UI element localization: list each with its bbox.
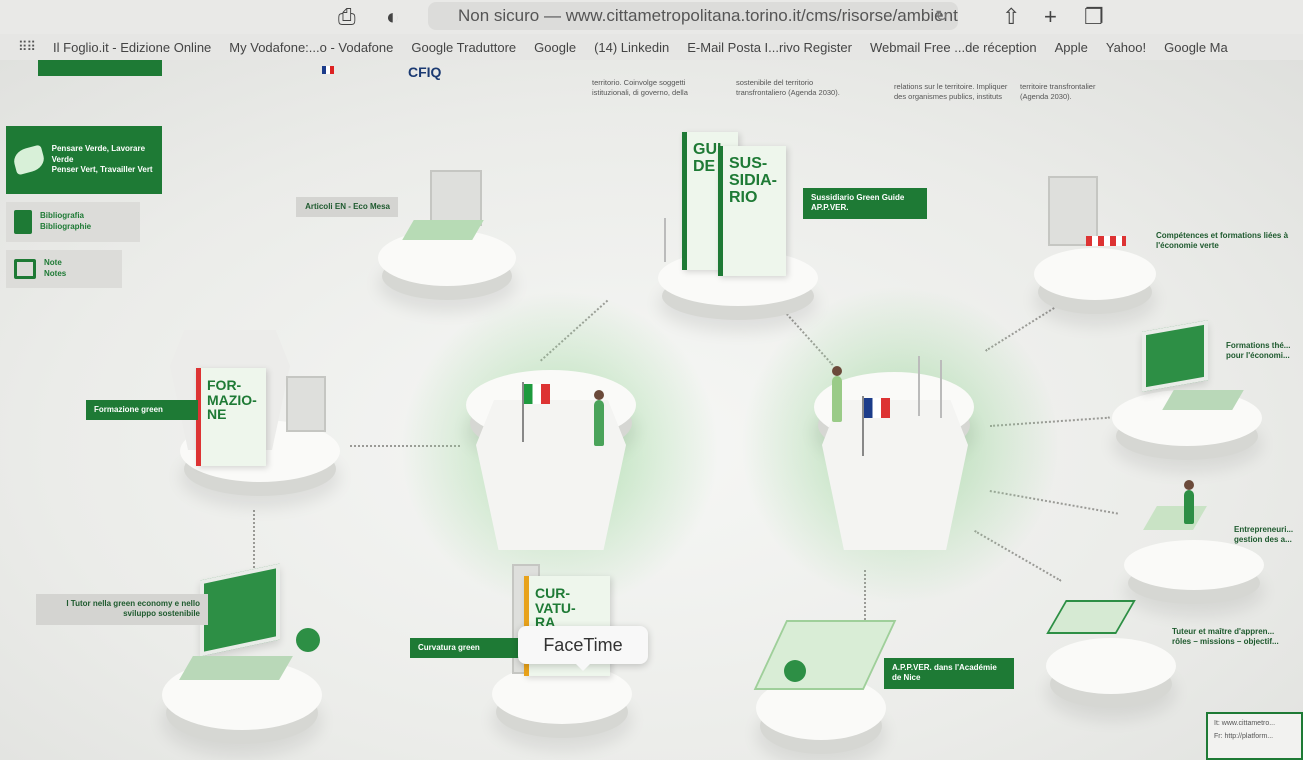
bookmark-item[interactable]: E-Mail Posta I...rivo Register xyxy=(687,40,852,55)
new-tab-icon[interactable]: + xyxy=(1044,4,1057,30)
academie-label[interactable]: A.P.P.VER. dans l'Académie de Nice xyxy=(884,658,1014,689)
bookmark-item[interactable]: Yahoo! xyxy=(1106,40,1146,55)
bookmark-item[interactable]: (14) Linkedin xyxy=(594,40,669,55)
wind-turbine-icon xyxy=(940,360,942,418)
open-book-icon xyxy=(753,620,897,690)
pie-chart-icon xyxy=(296,628,320,652)
print-icon[interactable]: ⎙ xyxy=(338,4,356,30)
entrepreneuriat-label[interactable]: Entrepreneuri... gestion des a... xyxy=(1226,520,1303,551)
person-icon xyxy=(594,390,604,446)
sidebar-item-label: Bibliografia xyxy=(40,211,85,221)
person-icon xyxy=(1184,480,1194,524)
france-rock xyxy=(822,400,968,550)
bookmarks-bar: ⠿⠿ Il Foglio.it - Edizione Online My Vod… xyxy=(0,34,1303,60)
facetime-tooltip: FaceTime xyxy=(518,626,648,671)
tuteur-label[interactable]: Tuteur et maître d'appren... rôles – mis… xyxy=(1164,622,1303,653)
curvatura-label[interactable]: Curvatura green xyxy=(410,638,520,659)
calendar-board-icon xyxy=(1046,600,1136,634)
person-icon xyxy=(832,366,842,422)
sussidiario-book[interactable]: SUS- SIDIA- RIO xyxy=(718,146,786,276)
wind-turbine-icon xyxy=(664,218,666,262)
sidebar-item-pensare-verde[interactable]: Pensare Verde, Lavorare Verde Penser Ver… xyxy=(6,126,162,194)
factory-icon xyxy=(430,170,482,226)
sussidiario-label[interactable]: Sussidiario Green Guide AP.P.VER. xyxy=(803,188,927,219)
sidebar-item-label: Notes xyxy=(44,269,67,278)
page-content: CFIQ territorio. Coinvolge soggetti isti… xyxy=(0,60,1303,760)
intro-text: territorio. Coinvolge soggetti istituzio… xyxy=(592,78,688,97)
sidebar-item-label: Note xyxy=(44,258,62,268)
building-icon xyxy=(286,376,326,432)
sidebar-item-label: Pensare Verde, Lavorare Verde xyxy=(51,143,146,164)
sidebar-item-label: Penser Vert, Travailler Vert xyxy=(51,165,153,175)
bookmark-item[interactable]: Webmail Free ...de réception xyxy=(870,40,1037,55)
sidebar-item-note[interactable]: Note Notes xyxy=(6,250,122,288)
tabs-overview-icon[interactable]: ❐ xyxy=(1084,4,1104,30)
france-flag-icon xyxy=(864,398,890,418)
link-item[interactable]: It: www.cittametro... xyxy=(1214,718,1295,731)
bookmark-item[interactable]: Google Ma xyxy=(1164,40,1228,55)
desk-icon xyxy=(1143,506,1207,530)
laptop-icon xyxy=(1142,320,1208,392)
edit-note-icon xyxy=(14,259,36,279)
url-text: Non sicuro — www.cittametropolitana.tori… xyxy=(458,6,958,25)
links-box: It: www.cittametro... Fr: http://platfor… xyxy=(1206,712,1303,760)
sidebar-item-bibliografia[interactable]: Bibliografia Bibliographie xyxy=(6,202,140,242)
cfiq-logo: CFIQ xyxy=(408,64,442,80)
laptop-icon xyxy=(200,563,280,657)
sidebar-item-label: Bibliographie xyxy=(40,222,92,231)
french-republic-logo-icon xyxy=(322,66,334,74)
privacy-shield-icon[interactable]: ◐ xyxy=(386,4,399,30)
formazione-book[interactable]: FOR- MAZIO- NE xyxy=(196,368,266,466)
link-item[interactable]: Fr: http://platform... xyxy=(1214,731,1295,744)
bookmark-item[interactable]: Google Traduttore xyxy=(411,40,516,55)
header-green-button[interactable] xyxy=(38,60,162,76)
bookmark-item[interactable]: My Vodafone:...o - Vodafone xyxy=(229,40,393,55)
grid-icon[interactable]: ⠿⠿ xyxy=(18,39,36,55)
shop-awning-icon xyxy=(1086,236,1126,246)
share-icon[interactable]: ⇧ xyxy=(1002,4,1020,30)
bookmark-item[interactable]: Apple xyxy=(1055,40,1088,55)
tuteur-island[interactable] xyxy=(1046,638,1176,694)
intro-text: relations sur le territoire. Impliquer d… xyxy=(894,82,1008,101)
reload-icon[interactable]: ↻ xyxy=(935,7,948,25)
browser-toolbar: ⎙ ◐ Non sicuro — www.cittametropolitana.… xyxy=(0,0,1303,34)
pie-chart-icon xyxy=(784,660,806,682)
competences-label[interactable]: Compétences et formations liées à l'écon… xyxy=(1148,226,1303,257)
formazione-label[interactable]: Formazione green xyxy=(86,400,198,421)
intro-text: sostenibile del territorio transfrontali… xyxy=(736,78,840,97)
wind-turbine-icon xyxy=(918,356,920,416)
document-icon xyxy=(14,210,32,234)
tutor-label[interactable]: I Tutor nella green economy e nello svil… xyxy=(36,594,208,625)
bookmark-item[interactable]: Google xyxy=(534,40,576,55)
italy-flag-icon xyxy=(524,384,550,404)
formations-label[interactable]: Formations thé... pour l'économi... xyxy=(1218,336,1303,367)
bookmark-item[interactable]: Il Foglio.it - Edizione Online xyxy=(53,40,211,55)
intro-text: territoire transfrontalier (Agenda 2030)… xyxy=(1020,82,1096,101)
leaf-icon xyxy=(11,144,47,176)
competences-island[interactable] xyxy=(1034,248,1156,300)
url-bar[interactable]: Non sicuro — www.cittametropolitana.tori… xyxy=(428,2,958,30)
articoli-label[interactable]: Articoli EN - Eco Mesa xyxy=(296,197,398,218)
